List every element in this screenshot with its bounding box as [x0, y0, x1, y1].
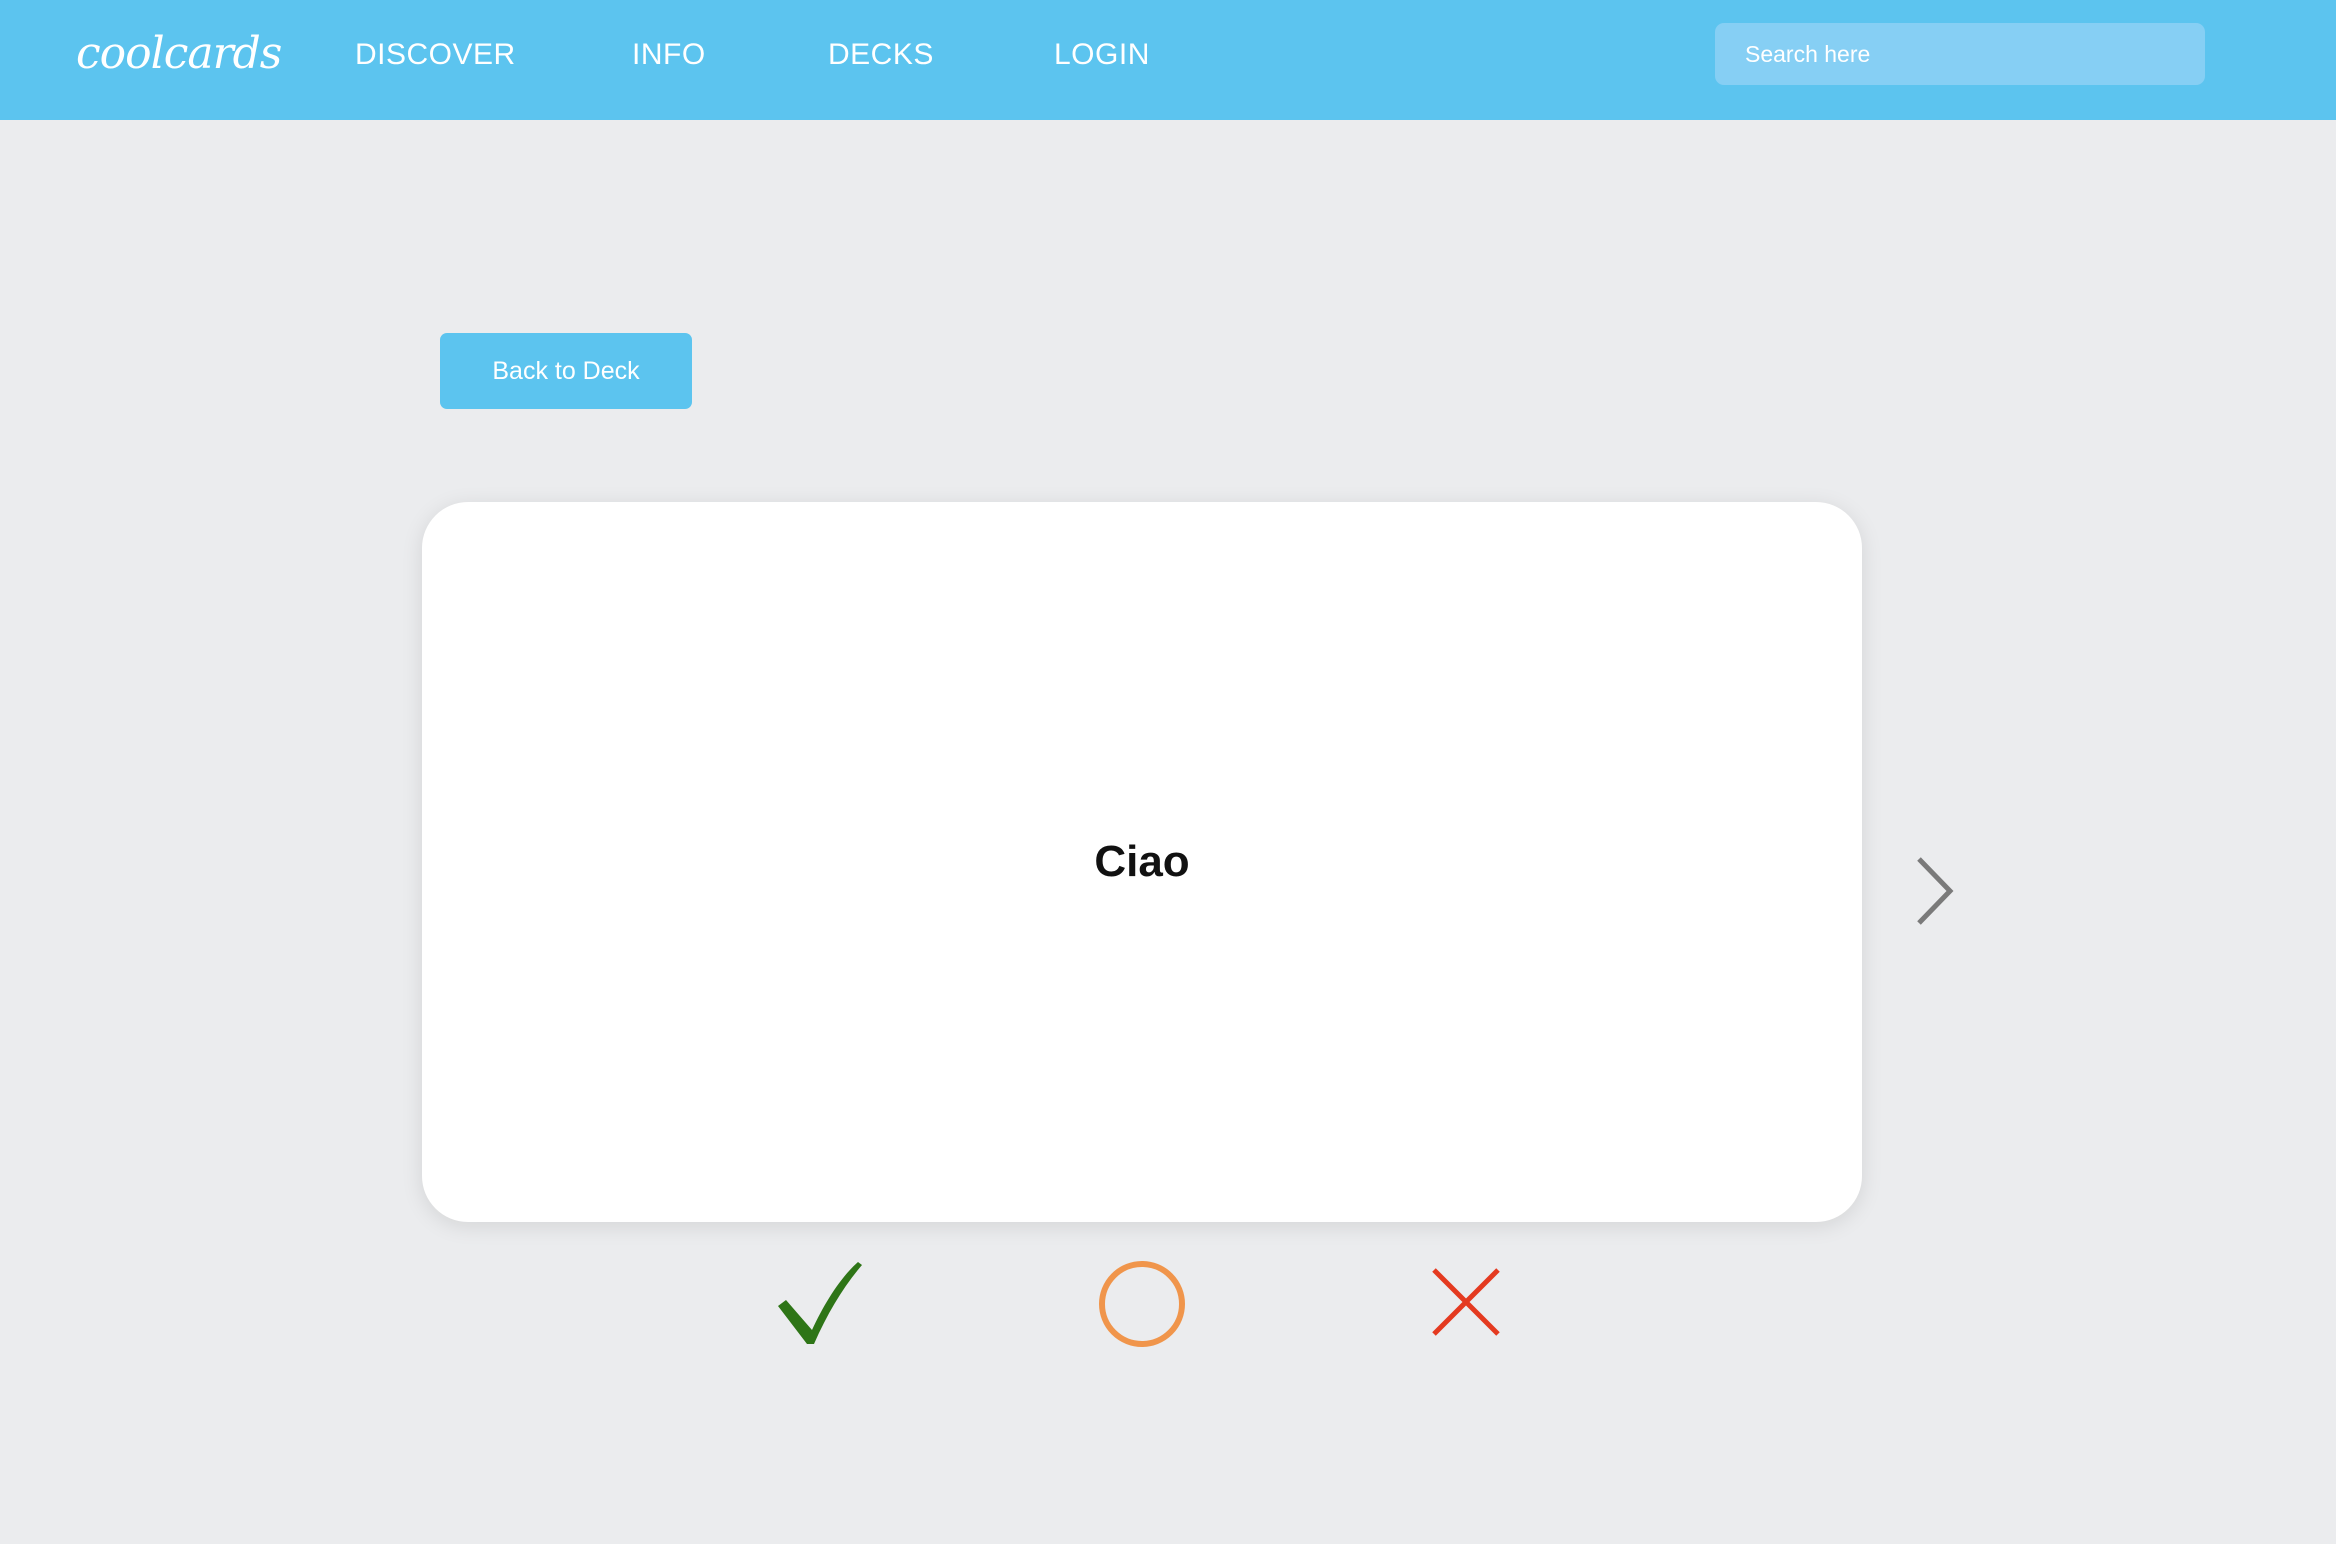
nav-link-info[interactable]: INFO	[632, 36, 706, 74]
back-to-deck-button[interactable]: Back to Deck	[440, 333, 692, 409]
flashcard[interactable]: Ciao	[422, 502, 1862, 1222]
top-navbar: coolcards DISCOVER INFO DECKS LOGIN	[0, 0, 2336, 120]
card-term: Ciao	[1094, 837, 1190, 886]
chevron-right-icon	[1917, 857, 1954, 925]
next-card-button[interactable]	[1910, 856, 1960, 926]
mark-wrong-button[interactable]	[1428, 1264, 1504, 1340]
app-logo[interactable]: coolcards	[76, 26, 282, 82]
nav-link-discover[interactable]: DISCOVER	[355, 36, 516, 74]
nav-link-login[interactable]: LOGIN	[1054, 36, 1150, 74]
mark-partial-button[interactable]	[1096, 1258, 1188, 1350]
search-input[interactable]	[1715, 23, 2205, 85]
nav-link-decks[interactable]: DECKS	[828, 36, 934, 74]
circle-icon	[1099, 1261, 1185, 1347]
checkmark-icon	[778, 1262, 862, 1344]
x-icon	[1432, 1268, 1500, 1336]
mark-correct-button[interactable]	[774, 1260, 866, 1346]
